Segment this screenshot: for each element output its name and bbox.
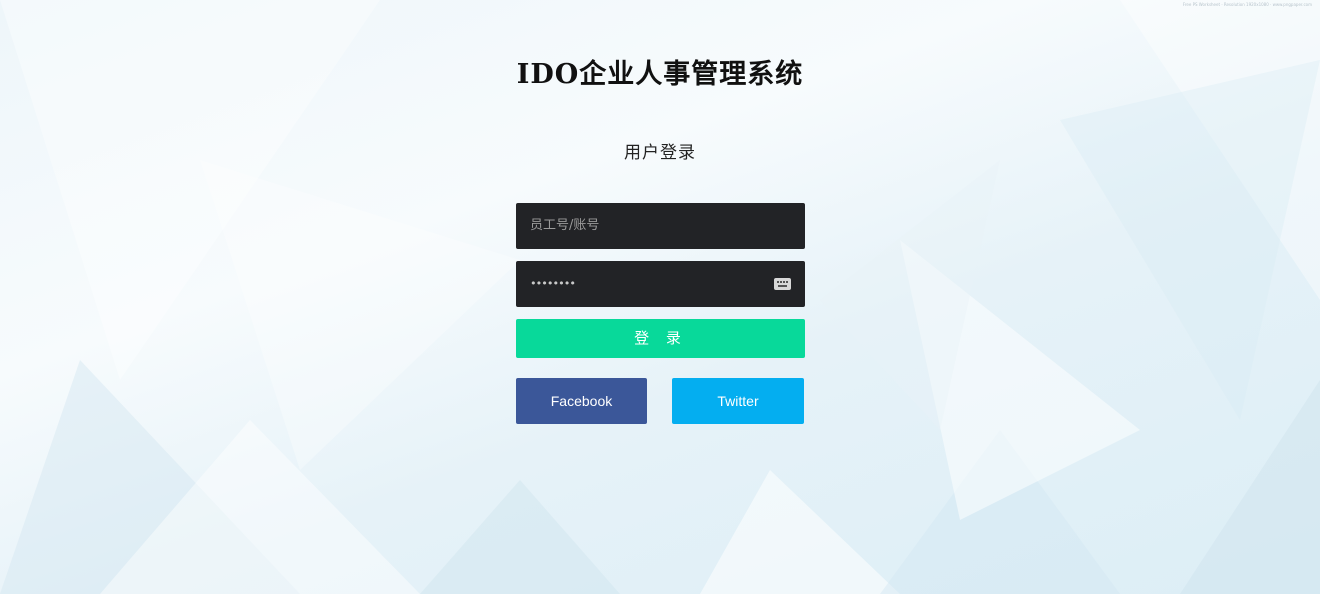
twitter-login-button[interactable]: Twitter bbox=[672, 378, 804, 424]
facebook-login-button[interactable]: Facebook bbox=[516, 378, 647, 424]
login-button[interactable]: 登 录 bbox=[516, 319, 805, 358]
login-panel: IDO企业人事管理系统 用户登录 •••••••• 登 录 Facebook T… bbox=[0, 0, 1320, 594]
username-input[interactable] bbox=[516, 203, 756, 249]
password-mask: •••••••• bbox=[530, 277, 576, 290]
keyboard-icon[interactable] bbox=[774, 278, 791, 290]
page-title: IDO企业人事管理系统 bbox=[516, 59, 804, 90]
login-subtitle: 用户登录 bbox=[624, 143, 696, 163]
username-field[interactable] bbox=[516, 203, 805, 249]
password-field[interactable]: •••••••• bbox=[516, 261, 805, 307]
